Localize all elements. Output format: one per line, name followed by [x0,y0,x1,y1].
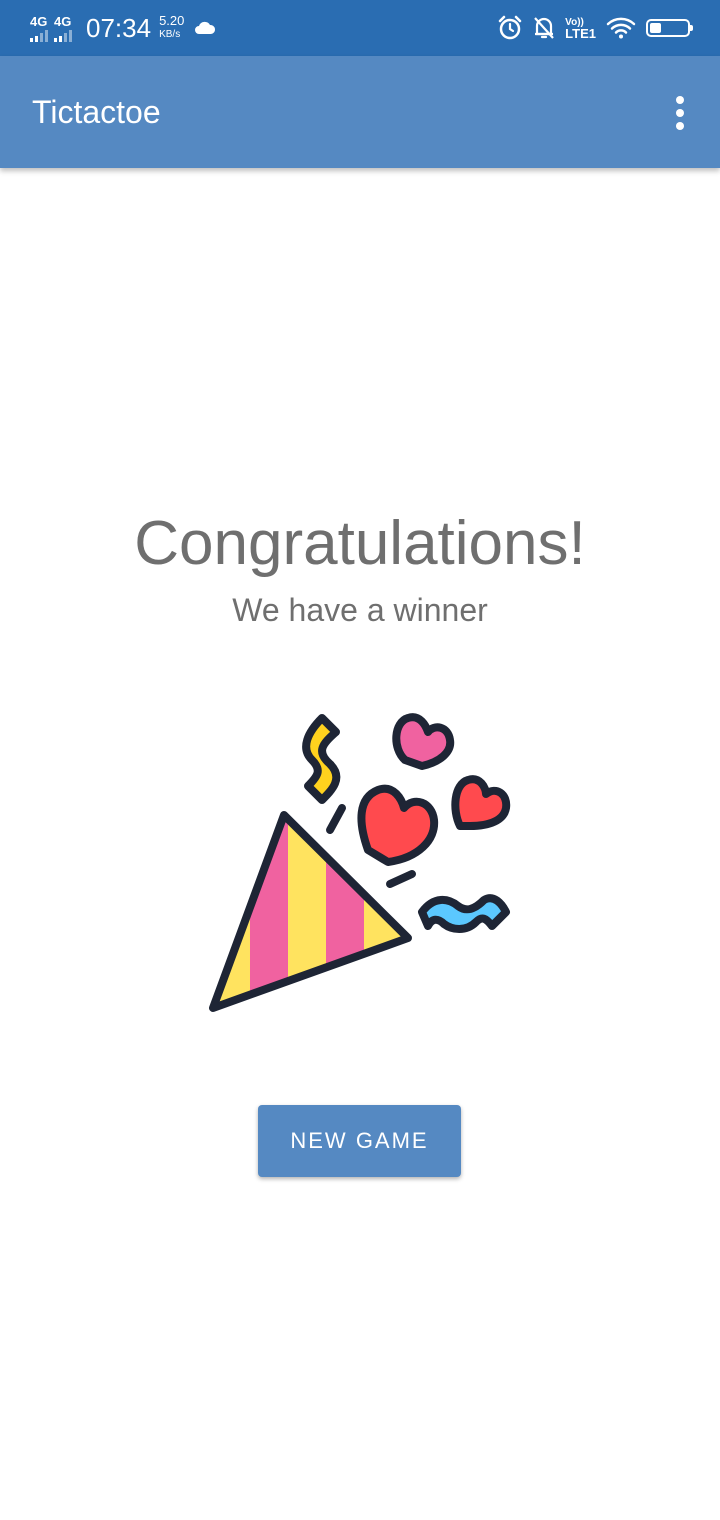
network-speed-unit: KB/s [159,29,181,40]
network-type-label: 4G [30,13,48,29]
party-popper-icon [209,713,511,1012]
clock: 07:34 [86,12,152,43]
network-speed: 5.20 KB/s [159,14,184,42]
alarm-icon [498,15,522,40]
winner-subheadline: We have a winner [232,592,488,628]
signal-sim2: 4G [54,15,72,42]
cloud-icon [195,21,216,34]
status-bar-left: 4G 4G 07:34 5.20 KB/s [30,8,216,48]
new-game-button[interactable]: NEW GAME [258,1105,461,1177]
signal-bars-icon [54,29,72,42]
lte-label: LTE1 [565,26,596,41]
volte-indicator: Vo)) LTE1 [565,17,596,41]
status-bar-right: Vo)) LTE1 [497,10,693,46]
battery-fill [650,23,661,33]
status-bar: 4G 4G 07:34 5.20 KB/s Vo)) LTE1 [0,0,720,56]
network-type-label: 4G [54,13,72,29]
more-vert-icon[interactable] [674,96,686,130]
wifi-icon [606,17,636,39]
congratulations-headline: Congratulations! [134,509,586,578]
app-title: Tictactoe [32,94,161,130]
network-speed-value: 5.20 [159,13,185,28]
notifications-off-icon [534,17,554,39]
battery-icon [646,19,693,37]
app-bar: Tictactoe [0,56,720,168]
signal-sim1: 4G [30,15,48,42]
signal-bars-icon [30,29,48,42]
